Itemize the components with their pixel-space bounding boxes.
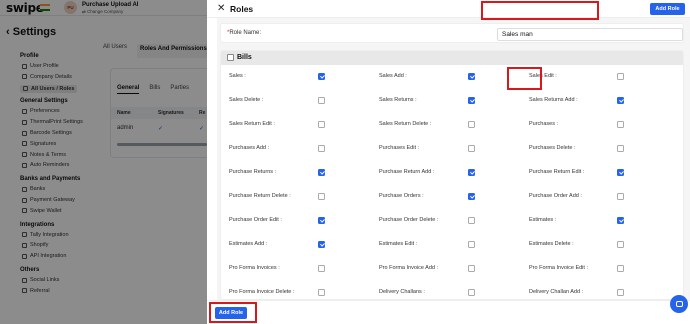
roles-drawer: ✕ Roles Add Role *Role Name: Bills Sales… (207, 0, 690, 324)
permission-label: Pro Forma Invoice Add : (379, 265, 438, 271)
role-name-label: *Role Name: (227, 30, 262, 36)
permission-label: Sales Return Delete : (379, 121, 432, 127)
role-name-input[interactable] (497, 28, 683, 41)
permission-checkbox[interactable] (617, 193, 624, 200)
permission-label: Purchase Order Add : (529, 193, 582, 199)
permission-checkbox[interactable] (468, 73, 475, 80)
permission-checkbox[interactable] (318, 193, 325, 200)
highlight-box (209, 302, 257, 323)
permission-checkbox[interactable] (617, 97, 624, 104)
permission-checkbox[interactable] (468, 241, 475, 248)
drawer-footer: Add Role (207, 300, 690, 324)
add-role-button-header[interactable]: Add Role (650, 3, 685, 15)
permission-label: Estimates Add : (229, 241, 268, 247)
permission-label: Estimates Delete : (529, 241, 574, 247)
permission-checkbox[interactable] (468, 169, 475, 176)
permission-label: Purchase Order Delete : (379, 217, 439, 223)
permission-checkbox[interactable] (318, 145, 325, 152)
permission-label: Purchase Returns : (229, 169, 277, 175)
permission-checkbox[interactable] (468, 193, 475, 200)
permission-label: Sales Add : (379, 73, 407, 79)
permission-label: Pro Forma Invoice Delete : (229, 289, 295, 295)
permission-label: Delivery Challan Add : (529, 289, 584, 295)
permission-checkbox[interactable] (318, 265, 325, 272)
permission-label: Purchase Return Edit : (529, 169, 585, 175)
close-icon[interactable]: ✕ (217, 3, 225, 14)
permission-checkbox[interactable] (617, 73, 624, 80)
select-all-checkbox[interactable] (227, 54, 234, 61)
permission-label: Purchase Orders : (379, 193, 424, 199)
permission-label: Pro Forma Invoice Edit : (529, 265, 588, 271)
permission-checkbox[interactable] (318, 169, 325, 176)
permission-label: Sales Returns Add : (529, 97, 578, 103)
permission-checkbox[interactable] (617, 217, 624, 224)
permission-label: Sales Return Edit : (229, 121, 275, 127)
permission-checkbox[interactable] (468, 265, 475, 272)
bills-permissions-card: Bills Sales : Sales Add : Sales Edit : Sale… (220, 50, 684, 300)
permission-label: Sales Delete : (229, 97, 264, 103)
permission-checkbox[interactable] (617, 265, 624, 272)
permission-checkbox[interactable] (617, 241, 624, 248)
permission-checkbox[interactable] (468, 145, 475, 152)
permission-label: Purchases Add : (229, 145, 270, 151)
permission-checkbox[interactable] (617, 121, 624, 128)
drawer-title: Roles (230, 4, 254, 14)
permission-checkbox[interactable] (318, 73, 325, 80)
permission-checkbox[interactable] (617, 145, 624, 152)
bills-section-header: Bills (221, 51, 683, 65)
drawer-header: ✕ Roles Add Role (207, 0, 690, 18)
permission-checkbox[interactable] (617, 289, 624, 296)
permission-label: Estimates Edit : (379, 241, 418, 247)
permission-checkbox[interactable] (318, 97, 325, 104)
permission-checkbox[interactable] (468, 121, 475, 128)
permission-checkbox[interactable] (468, 217, 475, 224)
permission-label: Sales : (229, 73, 246, 79)
highlight-box (507, 67, 542, 90)
permission-label: Purchase Return Add : (379, 169, 435, 175)
chat-bubble-icon[interactable] (670, 295, 688, 313)
permission-checkbox[interactable] (318, 289, 325, 296)
permission-checkbox[interactable] (468, 97, 475, 104)
role-name-card: *Role Name: (220, 23, 684, 43)
permission-checkbox[interactable] (318, 121, 325, 128)
permission-checkbox[interactable] (617, 169, 624, 176)
permission-checkbox[interactable] (318, 217, 325, 224)
permission-label: Sales Returns : (379, 97, 417, 103)
permission-label: Pro Forma Invoices : (229, 265, 280, 271)
permission-label: Purchases Delete : (529, 145, 576, 151)
section-title: Bills (237, 54, 252, 61)
permission-label: Purchases : (529, 121, 559, 127)
permission-checkbox[interactable] (318, 241, 325, 248)
permission-label: Estimates : (529, 217, 557, 223)
permission-checkbox[interactable] (468, 289, 475, 296)
permission-label: Purchase Return Delete : (229, 193, 291, 199)
permission-label: Delivery Challans : (379, 289, 425, 295)
permission-label: Purchases Edit : (379, 145, 420, 151)
highlight-box (481, 1, 599, 20)
permission-label: Purchase Order Edit : (229, 217, 282, 223)
